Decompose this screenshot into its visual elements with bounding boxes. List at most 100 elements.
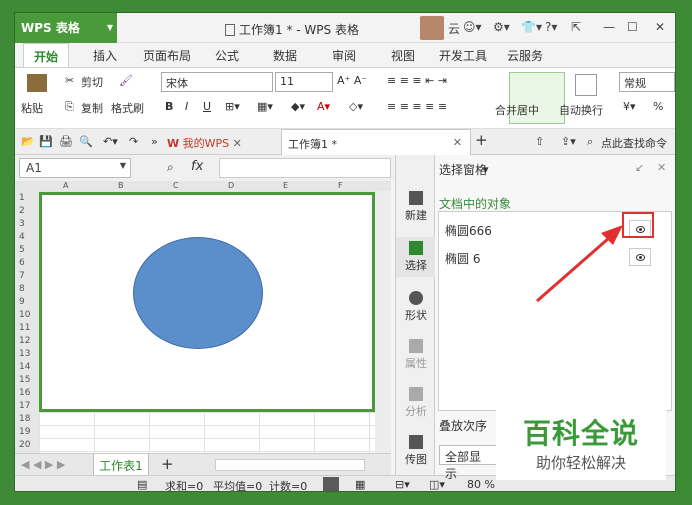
object-name[interactable]: 椭圆 6 (445, 250, 480, 267)
order-label[interactable]: 叠放次序 (439, 417, 487, 434)
row-number[interactable]: 3 (19, 219, 25, 229)
font-color-icon[interactable]: A▾ (317, 100, 330, 113)
shirt-icon[interactable]: 👕▾ (521, 20, 542, 34)
name-box[interactable]: A1 ▼ (19, 158, 131, 178)
cut-icon[interactable]: ✂ (65, 74, 74, 87)
currency-icon[interactable]: ¥▾ (623, 100, 636, 113)
row-number[interactable]: 4 (19, 232, 25, 242)
row-number[interactable]: 18 (19, 414, 30, 424)
skin-icon[interactable]: ☺▾ (463, 20, 482, 34)
pane-title[interactable]: 选择窗格 (439, 161, 487, 178)
list-item[interactable]: 椭圆 6 (439, 244, 671, 270)
function-button[interactable]: fx (191, 159, 203, 174)
help-icon[interactable]: ?▾ (545, 20, 557, 34)
close-icon[interactable]: ✕ (453, 136, 462, 149)
increase-font-icon[interactable]: A⁺ A⁻ (337, 74, 367, 87)
italic-button[interactable]: I (185, 100, 188, 113)
font-size-select[interactable]: 11 (275, 72, 333, 92)
close-icon[interactable]: ✕ (657, 161, 666, 174)
show-all-button[interactable]: 全部显示 (439, 445, 497, 481)
normal-view-icon[interactable] (323, 477, 339, 491)
list-item[interactable]: 椭圆666 (439, 216, 671, 242)
close-icon[interactable]: ✕ (233, 137, 242, 150)
horizontal-scrollbar[interactable] (215, 459, 365, 471)
eye-icon[interactable] (629, 220, 651, 238)
copy-button[interactable]: 复制 (81, 100, 103, 116)
ellipse-shape[interactable] (133, 237, 263, 349)
percent-button[interactable]: % (653, 100, 663, 113)
row-number[interactable]: 13 (19, 349, 30, 359)
row-number[interactable]: 2 (19, 206, 25, 216)
sidebar-item-new[interactable]: 新建 (396, 191, 436, 223)
align-left-icon[interactable]: ≡ ≡ ≡ ≡ ≡ (387, 100, 447, 113)
row-number[interactable]: 16 (19, 388, 30, 398)
settings-icon[interactable]: ⚙▾ (493, 20, 510, 34)
brush-icon[interactable]: 🖌 (119, 74, 133, 87)
row-number[interactable]: 15 (19, 375, 30, 385)
sidebar-item-analysis[interactable]: 分析 (396, 387, 436, 419)
column-f[interactable]: F (338, 181, 343, 190)
column-a[interactable]: A (63, 181, 68, 190)
menu-home[interactable]: 开始 (23, 43, 70, 67)
row-number[interactable]: 12 (19, 336, 30, 346)
highlight-icon[interactable]: ◆▾ (291, 100, 305, 113)
share-icon[interactable]: ⇪▾ (561, 135, 576, 148)
vertical-scrollbar[interactable] (375, 191, 391, 453)
preview-icon[interactable]: 🔍 (79, 135, 93, 148)
merge-center-button[interactable]: 合并居中 (495, 102, 539, 118)
undo-icon[interactable]: ↶▾ (103, 135, 118, 148)
eye-icon[interactable] (629, 248, 651, 266)
sheet-icon[interactable]: ▤ (137, 478, 147, 491)
row-number[interactable]: 11 (19, 323, 30, 333)
menu-review[interactable]: 审阅 (332, 47, 356, 64)
maximize-icon[interactable]: ☐ (627, 20, 638, 34)
collapse-icon[interactable]: ↙ (635, 161, 644, 174)
clear-format-icon[interactable]: ◇▾ (349, 100, 363, 113)
command-search[interactable]: 点此查找命令 (601, 135, 667, 151)
chevron-down-icon[interactable]: ▾ (483, 163, 489, 176)
bold-button[interactable]: B (165, 100, 173, 113)
border-icon[interactable]: ⊞▾ (225, 100, 240, 113)
close-icon[interactable]: ✕ (655, 20, 665, 34)
layout-icon[interactable]: ⊟▾ (395, 478, 410, 491)
paste-button[interactable]: 粘贴 (21, 100, 43, 116)
more-icon[interactable]: » (151, 135, 158, 148)
row-number[interactable]: 1 (19, 193, 25, 203)
avatar[interactable] (420, 16, 444, 40)
search-icon[interactable]: ⌕ (587, 135, 593, 149)
copy-icon[interactable]: ⎘ (65, 100, 74, 114)
reading-icon[interactable]: ◫▾ (429, 478, 445, 491)
row-number[interactable]: 17 (19, 401, 30, 411)
spreadsheet[interactable]: A B C D E F 1 2 3 4 5 6 7 8 9 10 11 12 1… (15, 181, 391, 453)
sidebar-item-properties[interactable]: 属性 (396, 339, 436, 371)
column-c[interactable]: C (173, 181, 179, 190)
font-select[interactable]: 宋体 (161, 72, 273, 92)
formula-input[interactable] (219, 158, 391, 178)
zoom-icon[interactable]: ⌕ (167, 160, 174, 175)
tab-mywps[interactable]: W 我的WPS ✕ (167, 129, 242, 155)
row-number[interactable]: 14 (19, 362, 30, 372)
underline-button[interactable]: U (203, 100, 211, 113)
menu-view[interactable]: 视图 (391, 47, 415, 64)
menu-page-layout[interactable]: 页面布局 (143, 47, 191, 64)
row-number[interactable]: 10 (19, 310, 30, 320)
row-number[interactable]: 20 (19, 440, 30, 450)
new-tab-button[interactable]: + (475, 129, 488, 155)
minimize-icon[interactable]: — (603, 20, 615, 34)
fill-color-icon[interactable]: ▦▾ (257, 100, 273, 113)
wrap-icon[interactable] (575, 74, 597, 96)
row-number[interactable]: 8 (19, 284, 25, 294)
sidebar-item-select[interactable]: 选择 (396, 237, 436, 277)
sheet-nav-icon[interactable]: ◀ ◀ ▶ ▶ (21, 458, 65, 471)
format-painter-button[interactable]: 格式刷 (111, 100, 144, 116)
cut-button[interactable]: 剪切 (81, 74, 103, 90)
zoom-level[interactable]: 80 % (467, 478, 495, 491)
page-view-icon[interactable]: ▦ (355, 478, 365, 491)
sheet-tab[interactable]: 工作表1 (93, 454, 149, 476)
menu-cloud[interactable]: 云服务 (507, 47, 543, 64)
save-icon[interactable]: 💾 (39, 135, 53, 148)
cloud-icon[interactable]: ⇧ (535, 135, 544, 148)
add-sheet-button[interactable]: + (161, 455, 174, 473)
tab-document[interactable]: 工作簿1 * ✕ (281, 129, 471, 155)
app-menu-button[interactable]: WPS 表格 ▼ (15, 13, 117, 43)
